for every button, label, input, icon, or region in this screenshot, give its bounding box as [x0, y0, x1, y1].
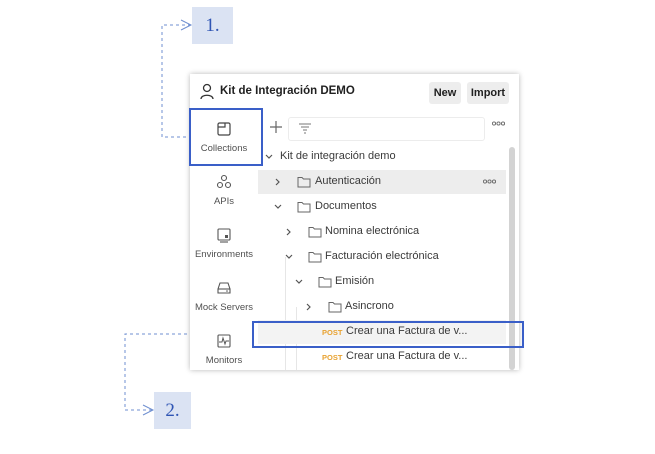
- folder-icon: [308, 252, 322, 263]
- tree-folder-nomina-electronica[interactable]: Nomina electrónica: [258, 220, 506, 244]
- collection-row[interactable]: Kit de integración demo: [258, 145, 506, 169]
- chevron-right-icon: [306, 303, 311, 311]
- new-button[interactable]: New: [429, 82, 461, 104]
- apis-icon: [216, 174, 232, 189]
- tree-item-label: Nomina electrónica: [325, 225, 420, 237]
- tree-folder-facturacion-electronica[interactable]: Facturación electrónica: [258, 245, 506, 269]
- import-button[interactable]: Import: [467, 82, 509, 104]
- collection-name: Kit de integración demo: [280, 150, 396, 162]
- sidebar-item-label: APIs: [213, 196, 235, 207]
- environments-icon: [217, 228, 231, 243]
- tree-folder-asincrono[interactable]: Asincrono: [258, 295, 506, 319]
- chevron-down-icon: [295, 279, 303, 284]
- tree-item-label: Documentos: [315, 200, 377, 212]
- tree-item-label: Facturación electrónica: [325, 250, 439, 262]
- sidebar-item-apis[interactable]: APIs: [190, 164, 258, 218]
- workspace-title: Kit de Integración DEMO: [220, 85, 355, 97]
- folder-icon: [297, 202, 311, 213]
- filter-input[interactable]: [288, 117, 485, 141]
- sidebar-item-environments[interactable]: Environments: [190, 217, 258, 271]
- person-icon: [200, 83, 214, 100]
- sidebar-item-mock-servers[interactable]: Mock Servers: [190, 270, 258, 324]
- plus-icon[interactable]: [269, 120, 283, 134]
- folder-icon: [328, 302, 342, 313]
- sidebar-item-label: Environments: [194, 249, 254, 260]
- tree-item-label: Autenticación: [315, 175, 382, 187]
- more-icon[interactable]: [492, 121, 505, 126]
- tree-item-label: Crear una Factura de v...: [346, 350, 468, 362]
- chevron-down-icon: [265, 154, 273, 159]
- filter-icon: [299, 123, 311, 134]
- highlight-collections: [189, 108, 263, 166]
- callout-step-2: 2.: [154, 392, 191, 429]
- sidebar-item-label: Monitors: [205, 355, 243, 366]
- method-badge: POST: [322, 353, 343, 362]
- chevron-right-icon: [286, 228, 291, 236]
- mock-servers-icon: [217, 282, 231, 294]
- monitors-icon: [217, 334, 231, 348]
- chevron-right-icon: [275, 178, 280, 186]
- sidebar-item-monitors[interactable]: Monitors: [190, 323, 258, 370]
- tree-folder-autenticacion[interactable]: Autenticación: [258, 170, 506, 194]
- folder-icon: [308, 227, 322, 238]
- chevron-down-icon: [274, 204, 282, 209]
- workspace-header: Kit de Integración DEMO New Import: [190, 74, 519, 111]
- chevron-down-icon: [285, 254, 293, 259]
- more-icon[interactable]: [483, 179, 496, 184]
- sidebar-item-label: Mock Servers: [194, 302, 254, 313]
- folder-icon: [318, 277, 332, 288]
- highlight-request: [252, 321, 524, 348]
- folder-icon: [297, 177, 311, 188]
- tree-request-crear-factura-2[interactable]: POST Crear una Factura de v...: [258, 345, 506, 369]
- tree-folder-documentos[interactable]: Documentos: [258, 195, 506, 219]
- tree-item-label: Asincrono: [345, 300, 394, 312]
- tree-folder-emision[interactable]: Emisión: [258, 270, 506, 294]
- callout-step-1: 1.: [192, 7, 233, 44]
- tree-item-label: Emisión: [335, 275, 375, 287]
